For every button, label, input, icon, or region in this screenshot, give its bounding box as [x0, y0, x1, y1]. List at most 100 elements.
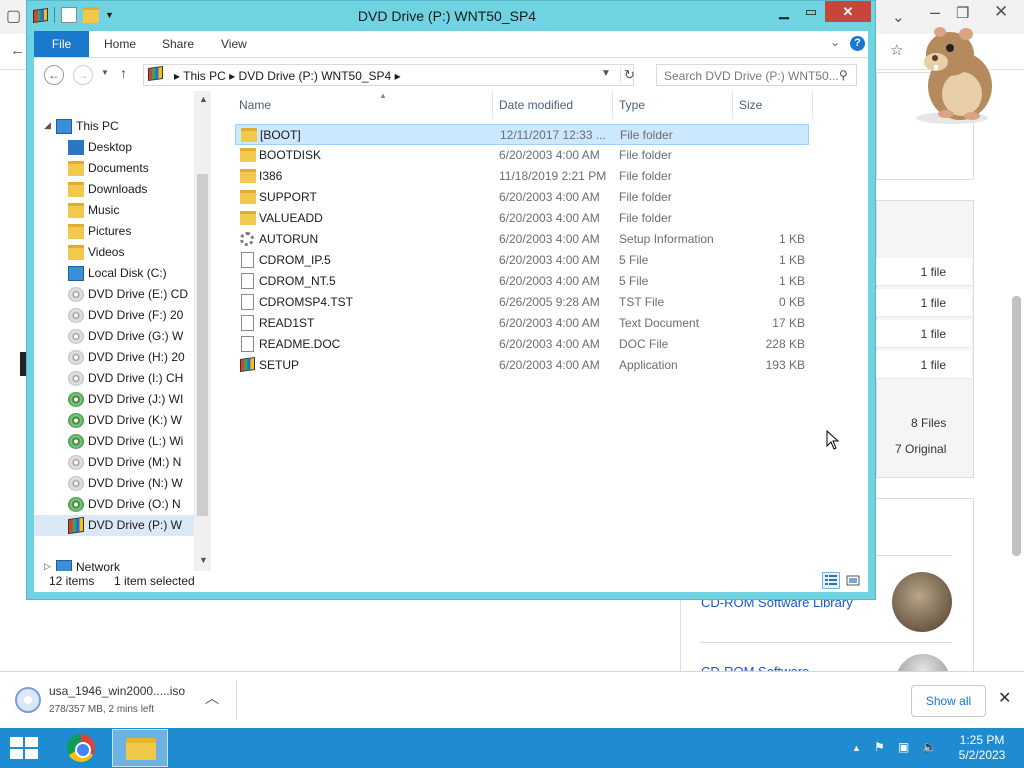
nav-item-label: DVD Drive (F:) 20 — [88, 308, 184, 322]
search-icon[interactable]: ⚲ — [839, 68, 848, 82]
file-row[interactable]: I386 11/18/2019 2:21 PM File folder — [235, 166, 809, 187]
nav-item[interactable]: DVD Drive (M:) N — [34, 452, 194, 473]
file-type: Setup Information — [619, 232, 714, 246]
help-icon[interactable]: ? — [850, 36, 865, 51]
nav-item[interactable]: Music — [34, 200, 194, 221]
file-row[interactable]: SUPPORT 6/20/2003 4:00 AM File folder — [235, 187, 809, 208]
text-file-icon — [241, 315, 254, 331]
back-button[interactable]: ← — [44, 65, 64, 85]
tab-search-chevron-icon[interactable]: ⌄ — [892, 8, 905, 26]
nav-item[interactable]: DVD Drive (G:) W — [34, 326, 194, 347]
file-type: File folder — [620, 128, 673, 142]
file-size: 1 KB — [778, 274, 805, 288]
nav-item[interactable]: Desktop — [34, 137, 194, 158]
file-row[interactable]: READ1ST 6/20/2003 4:00 AM Text Document 17 … — [235, 313, 809, 334]
close-download-bar-icon[interactable]: ✕ — [998, 688, 1011, 708]
file-date-modified: 6/20/2003 4:00 AM — [499, 316, 600, 330]
file-row[interactable]: CDROMSP4.TST 6/26/2005 9:28 AM TST File 0 K… — [235, 292, 809, 313]
file-row[interactable]: AUTORUN 6/20/2003 4:00 AM Setup Informatio… — [235, 229, 809, 250]
disc-image-icon[interactable] — [15, 687, 41, 713]
show-all-button[interactable]: Show all — [911, 685, 986, 717]
start-logo-icon — [10, 737, 23, 747]
nav-item[interactable]: DVD Drive (H:) 20 — [34, 347, 194, 368]
column-header-type[interactable]: Type — [613, 91, 733, 119]
item-count: 12 items — [49, 574, 95, 588]
address-dropdown-chevron-icon[interactable]: ▼ — [601, 68, 611, 79]
file-row[interactable]: SETUP 6/20/2003 4:00 AM Application 193 KB — [235, 355, 809, 376]
forward-button[interactable]: → — [73, 65, 93, 85]
close-button[interactable]: ✕ — [825, 1, 871, 22]
library-thumbnail[interactable] — [892, 572, 952, 632]
column-header-date-modified[interactable]: Date modified — [493, 91, 613, 119]
navigation-scrollbar[interactable]: ▲ ▼ — [194, 91, 211, 571]
breadcrumb-separator[interactable]: ▸ — [174, 69, 183, 83]
file-row[interactable]: CDROM_NT.5 6/20/2003 4:00 AM 5 File 1 KB — [235, 271, 809, 292]
file-explorer-window[interactable]: ▼ DVD Drive (P:) WNT50_SP4 ▁ ▭ ✕ File Ho… — [26, 0, 876, 600]
column-header-size[interactable]: Size — [733, 91, 813, 119]
nav-item[interactable]: DVD Drive (L:) Wi — [34, 431, 194, 452]
nav-item[interactable]: DVD Drive (I:) CH — [34, 368, 194, 389]
download-filename[interactable]: usa_1946_win2000.....iso — [49, 684, 185, 698]
browser-scrollbar-thumb[interactable] — [1012, 296, 1021, 556]
expanded-triangle-icon[interactable]: ◢ — [44, 120, 51, 131]
details-view-button[interactable] — [822, 572, 840, 589]
nav-item[interactable]: Videos — [34, 242, 194, 263]
breadcrumb-dvd-drive[interactable]: DVD Drive (P:) WNT50_SP4 — [239, 69, 392, 83]
nav-item[interactable]: DVD Drive (F:) 20 — [34, 305, 194, 326]
nav-item[interactable]: Documents — [34, 158, 194, 179]
start-button[interactable] — [10, 737, 38, 759]
nav-item[interactable]: DVD Drive (J:) WI — [34, 389, 194, 410]
breadcrumb-separator[interactable]: ▸ — [395, 69, 401, 83]
recent-locations-chevron-icon[interactable]: ▼ — [101, 68, 109, 77]
file-row[interactable]: BOOTDISK 6/20/2003 4:00 AM File folder — [235, 145, 809, 166]
nav-item[interactable]: DVD Drive (P:) W — [34, 515, 194, 536]
scroll-down-icon[interactable]: ▼ — [199, 555, 208, 565]
nav-item[interactable]: Local Disk (C:) — [34, 263, 194, 284]
address-bar[interactable]: ▸ This PC ▸ DVD Drive (P:) WNT50_SP4 ▸ ▼… — [143, 64, 635, 86]
breadcrumb-this-pc[interactable]: This PC — [183, 69, 226, 83]
up-one-level-icon[interactable]: ↑ — [120, 65, 127, 81]
file-row[interactable]: VALUEADD 6/20/2003 4:00 AM File folder — [235, 208, 809, 229]
download-options-chevron-icon[interactable]: ︿ — [205, 688, 219, 708]
tab-view[interactable]: View — [221, 31, 247, 57]
nav-item[interactable]: DVD Drive (K:) W — [34, 410, 194, 431]
browser-scrollbar[interactable] — [1008, 200, 1024, 670]
expand-ribbon-chevron-icon[interactable]: ⌄ — [830, 35, 840, 49]
system-clock[interactable]: 1:25 PM 5/2/2023 — [952, 733, 1012, 763]
action-center-flag-icon[interactable]: ⚑ — [874, 740, 885, 754]
tab-home[interactable]: Home — [104, 31, 136, 57]
large-icons-view-button[interactable] — [844, 572, 862, 589]
taskbar-file-explorer-button[interactable] — [112, 729, 168, 767]
tab-share[interactable]: Share — [162, 31, 194, 57]
title-bar[interactable]: ▼ DVD Drive (P:) WNT50_SP4 ▁ ▭ ✕ — [27, 1, 875, 31]
file-row[interactable]: CDROM_IP.5 6/20/2003 4:00 AM 5 File 1 KB — [235, 250, 809, 271]
show-hidden-icons-chevron-icon[interactable]: ▲ — [852, 743, 861, 753]
file-row[interactable]: [BOOT] 12/11/2017 12:33 ... File folder — [235, 124, 809, 145]
nav-item[interactable]: DVD Drive (E:) CD — [34, 284, 194, 305]
maximize-button[interactable]: ▭ — [798, 1, 824, 22]
bookmark-star-icon[interactable]: ☆ — [890, 41, 903, 59]
tab-file[interactable]: File — [34, 31, 89, 57]
file-row[interactable]: README.DOC 6/20/2003 4:00 AM DOC File 228 K… — [235, 334, 809, 355]
minimize-button[interactable]: ▁ — [771, 1, 797, 22]
file-name: VALUEADD — [259, 211, 323, 225]
nav-item[interactable]: Pictures — [34, 221, 194, 242]
column-header-name[interactable]: ▲ Name — [233, 91, 493, 119]
collapsed-triangle-icon[interactable]: ▷ — [44, 561, 51, 571]
refresh-icon[interactable]: ↻ — [620, 67, 635, 83]
nav-item[interactable]: DVD Drive (N:) W — [34, 473, 194, 494]
taskbar-chrome-button[interactable] — [53, 729, 109, 767]
nav-item[interactable]: DVD Drive (O:) N — [34, 494, 194, 515]
nav-item[interactable]: ◢ This PC — [34, 116, 194, 137]
nav-item[interactable]: ▷ Network — [34, 557, 194, 571]
file-name: CDROM_IP.5 — [259, 253, 331, 267]
scroll-up-icon[interactable]: ▲ — [199, 94, 208, 104]
navigation-scrollbar-thumb[interactable] — [197, 174, 208, 516]
breadcrumb-separator[interactable]: ▸ — [229, 69, 238, 83]
nav-item[interactable]: Downloads — [34, 179, 194, 200]
volume-muted-icon[interactable]: 🔈 — [922, 740, 937, 754]
search-input[interactable]: Search DVD Drive (P:) WNT50... ⚲ — [656, 64, 857, 86]
file-date-modified: 6/20/2003 4:00 AM — [499, 337, 600, 351]
browser-back-icon[interactable]: ← — [10, 42, 25, 59]
network-icon[interactable]: ▣ — [898, 740, 909, 754]
